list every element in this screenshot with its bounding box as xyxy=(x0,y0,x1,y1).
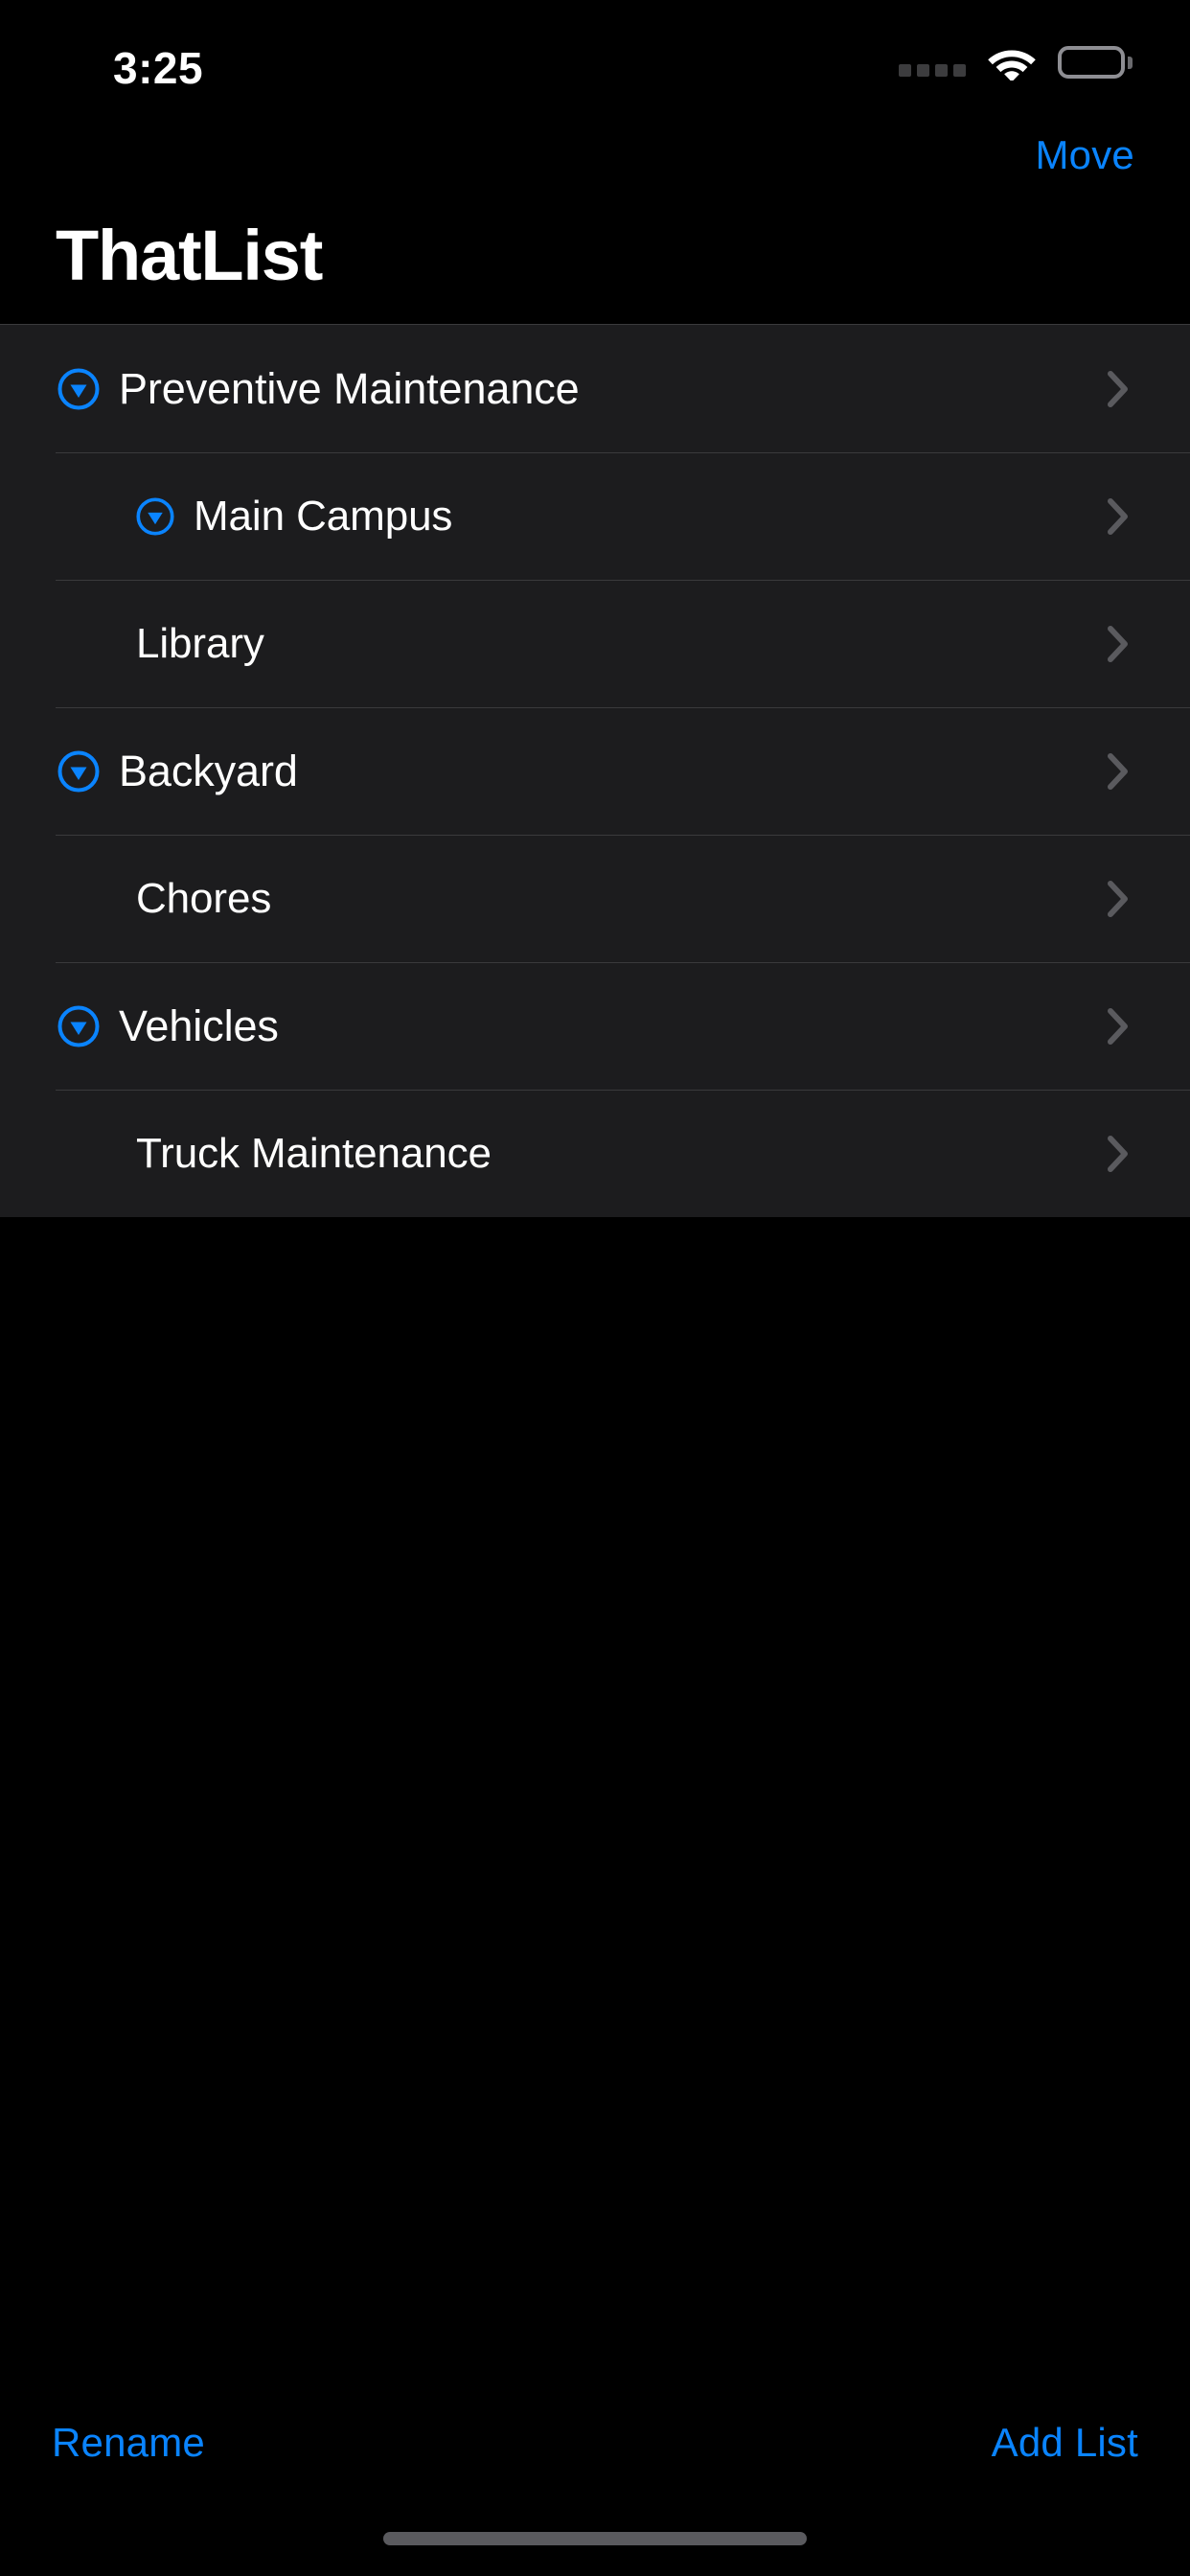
chevron-right-icon[interactable] xyxy=(1106,878,1131,920)
list-row[interactable]: Library xyxy=(0,580,1190,707)
chevron-right-icon[interactable] xyxy=(1106,1005,1131,1047)
move-button[interactable]: Move xyxy=(1035,132,1134,178)
bottom-toolbar: Rename Add List xyxy=(0,2371,1190,2515)
status-bar-indicators xyxy=(899,42,1133,82)
list-row-label: Preventive Maintenance xyxy=(119,363,580,413)
list-table: Preventive Maintenance Main Campus Library… xyxy=(0,324,1190,1217)
disclosure-triangle-down-icon[interactable] xyxy=(57,368,100,410)
list-row-label: Chores xyxy=(136,874,272,922)
list-row-label: Main Campus xyxy=(194,492,453,540)
status-bar-time: 3:25 xyxy=(113,43,204,93)
list-row-lead: Chores xyxy=(0,875,1106,923)
list-row[interactable]: Truck Maintenance xyxy=(0,1090,1190,1217)
add-list-button[interactable]: Add List xyxy=(986,2410,1144,2475)
list-row-label: Backyard xyxy=(119,746,298,795)
disclosure-triangle-down-icon[interactable] xyxy=(57,750,100,793)
list-row[interactable]: Backyard xyxy=(0,707,1190,835)
rename-button[interactable]: Rename xyxy=(46,2410,211,2475)
app-screen: 3:25 Move ThatList Preventive Maintenanc… xyxy=(0,0,1190,2576)
list-row-label: Truck Maintenance xyxy=(136,1129,492,1177)
home-indicator[interactable] xyxy=(383,2532,807,2545)
disclosure-triangle-down-icon[interactable] xyxy=(136,496,174,536)
list-row[interactable]: Main Campus xyxy=(0,452,1190,580)
list-row[interactable]: Chores xyxy=(0,835,1190,962)
chevron-right-icon[interactable] xyxy=(1106,623,1131,665)
status-bar: 3:25 xyxy=(0,0,1190,113)
list-row-lead: Preventive Maintenance xyxy=(0,364,1106,414)
chevron-right-icon[interactable] xyxy=(1106,1133,1131,1175)
navigation-bar: Move ThatList xyxy=(0,113,1190,324)
list-row-label: Vehicles xyxy=(119,1000,279,1050)
chevron-right-icon[interactable] xyxy=(1106,368,1131,410)
list-row-lead: Backyard xyxy=(0,747,1106,796)
list-row-lead: Vehicles xyxy=(0,1001,1106,1051)
list-row-lead: Truck Maintenance xyxy=(0,1130,1106,1178)
list-row-label: Library xyxy=(136,619,264,667)
home-indicator-area xyxy=(0,2515,1190,2576)
navigation-bar-actions: Move xyxy=(0,113,1190,197)
empty-content-area xyxy=(0,1217,1190,2371)
disclosure-triangle-down-icon[interactable] xyxy=(57,1005,100,1047)
page-title: ThatList xyxy=(56,216,323,295)
wifi-icon xyxy=(987,44,1037,80)
list-row-lead: Library xyxy=(0,620,1106,668)
cellular-dots-icon xyxy=(899,42,966,82)
list-row[interactable]: Preventive Maintenance xyxy=(0,325,1190,452)
chevron-right-icon[interactable] xyxy=(1106,750,1131,793)
list-row[interactable]: Vehicles xyxy=(0,962,1190,1090)
list-row-lead: Main Campus xyxy=(0,493,1106,540)
chevron-right-icon[interactable] xyxy=(1106,495,1131,538)
battery-full-icon xyxy=(1058,46,1133,79)
